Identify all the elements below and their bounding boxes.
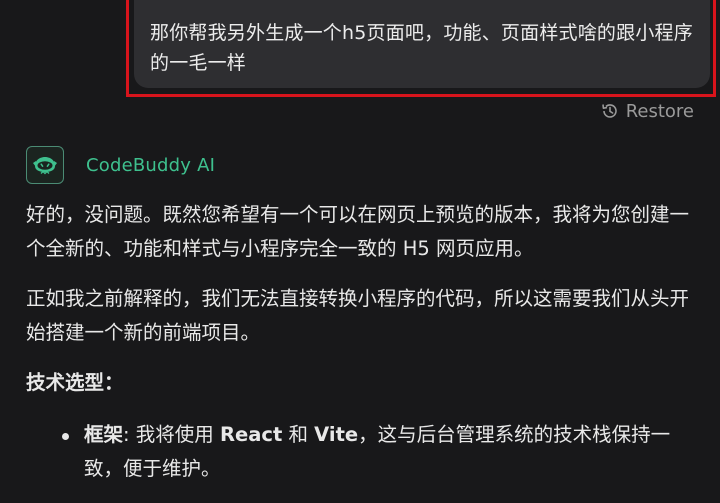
assistant-name: CodeBuddy AI — [86, 154, 216, 176]
assistant-message: 好的，没问题。既然您希望有一个可以在网页上预览的版本，我将为您创建一个全新的、功… — [26, 198, 706, 486]
restore-label: Restore — [625, 100, 694, 122]
codebuddy-logo-icon — [26, 146, 64, 184]
history-icon — [600, 101, 620, 121]
tech-name: React — [219, 423, 283, 446]
highlight-frame — [126, 0, 716, 97]
chat-panel: 那你帮我另外生成一个h5页面吧，功能、页面样式啥的跟小程序的一毛一样 Resto… — [0, 0, 720, 503]
list-item: 框架: 我将使用 React 和 Vite，这与后台管理系统的技术栈保持一致，便… — [62, 418, 706, 486]
restore-button[interactable]: Restore — [600, 97, 694, 125]
tech-list: 框架: 我将使用 React 和 Vite，这与后台管理系统的技术栈保持一致，便… — [26, 418, 706, 486]
section-heading: 技术选型： — [26, 371, 124, 394]
tech-name: Vite — [314, 423, 359, 446]
list-item-text: : 我将使用 — [123, 423, 220, 446]
assistant-paragraph: 正如我之前解释的，我们无法直接转换小程序的代码，所以这需要我们从头开始搭建一个新… — [26, 287, 690, 344]
assistant-header: CodeBuddy AI — [26, 146, 215, 184]
list-item-label: 框架 — [84, 423, 124, 446]
list-item-text: 和 — [282, 423, 315, 446]
assistant-paragraph: 好的，没问题。既然您希望有一个可以在网页上预览的版本，我将为您创建一个全新的、功… — [26, 203, 690, 260]
